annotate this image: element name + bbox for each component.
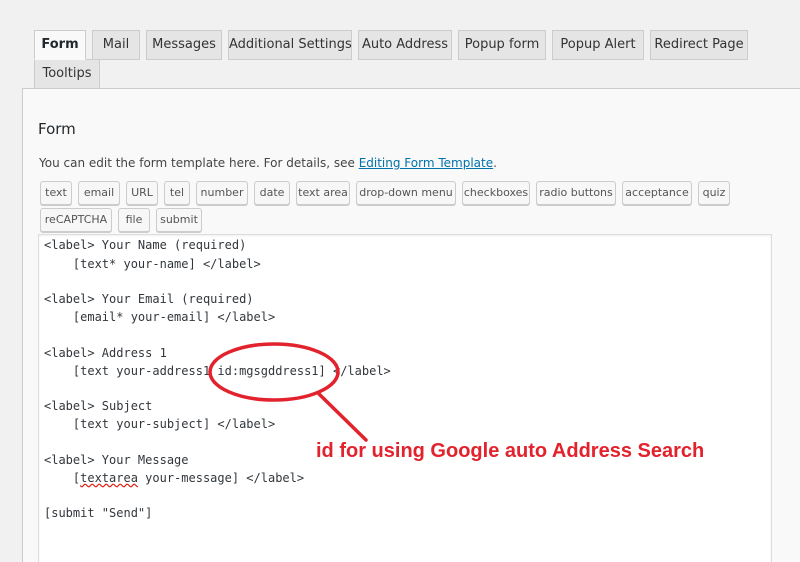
tab-form[interactable]: Form [34,30,86,60]
annotation-text: id for using Google auto Address Search [316,440,705,462]
annotation-overlay [208,342,368,442]
annotation-pointer-line [316,391,368,442]
